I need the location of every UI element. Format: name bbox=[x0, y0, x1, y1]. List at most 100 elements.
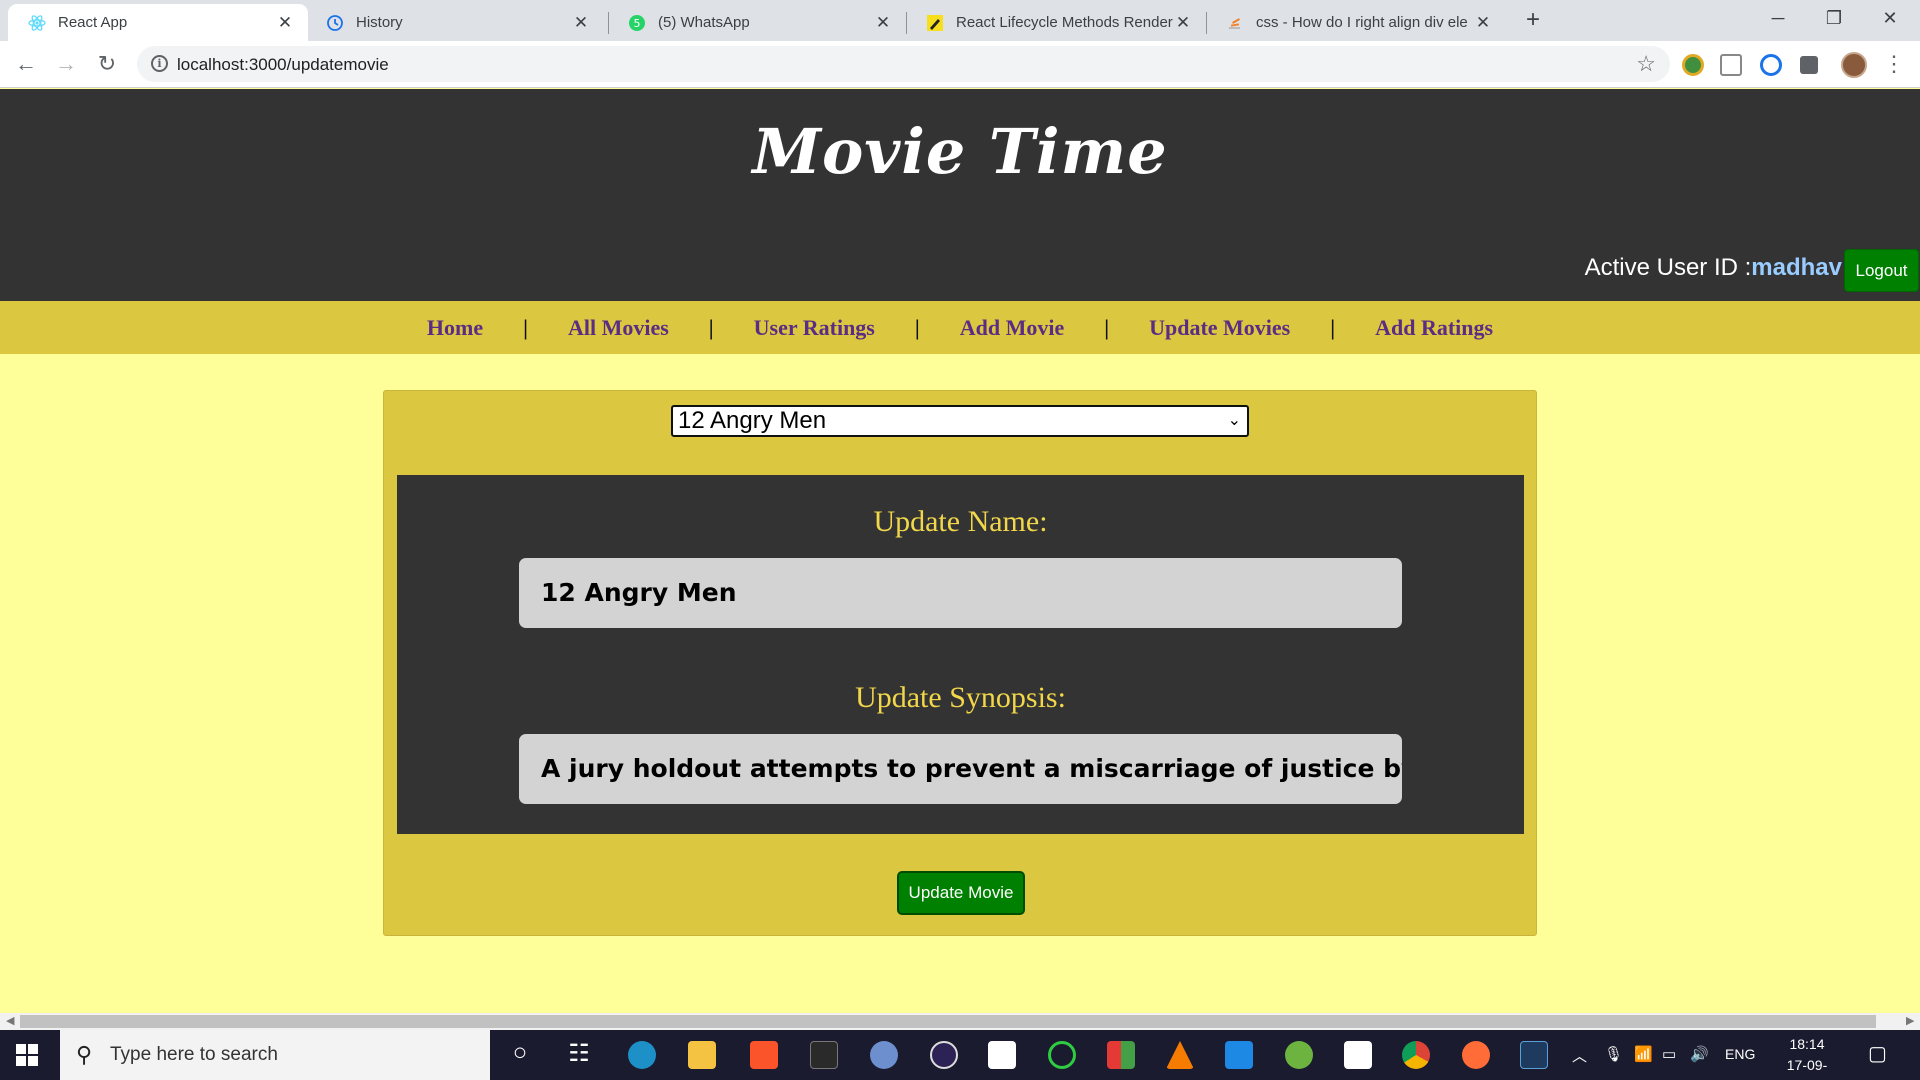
pencil-logo-icon bbox=[926, 14, 944, 32]
extension-sync-icon[interactable] bbox=[1760, 54, 1782, 76]
close-tab-icon[interactable]: ✕ bbox=[572, 13, 590, 33]
update-synopsis-label: Update Synopsis: bbox=[855, 681, 1066, 714]
nav-separator: | bbox=[1104, 314, 1110, 340]
volume-icon[interactable]: 🔊 bbox=[1690, 1045, 1709, 1063]
bookmark-star-icon[interactable]: ☆ bbox=[1636, 51, 1656, 77]
nav-link-user-ratings[interactable]: User Ratings bbox=[734, 315, 895, 341]
close-tab-icon[interactable]: ✕ bbox=[874, 13, 892, 33]
chrome-icon[interactable] bbox=[1402, 1041, 1430, 1069]
tiles-app-icon[interactable] bbox=[1107, 1041, 1135, 1069]
eclipse-icon[interactable] bbox=[930, 1041, 958, 1069]
profile-avatar[interactable] bbox=[1841, 52, 1867, 78]
battery-icon[interactable]: ▭ bbox=[1662, 1045, 1676, 1063]
scroll-right-icon[interactable]: ▶ bbox=[1906, 1013, 1914, 1030]
vlc-icon[interactable] bbox=[1166, 1041, 1194, 1069]
search-icon: ⚲ bbox=[76, 1042, 93, 1067]
notifications-icon[interactable]: ▢ bbox=[1868, 1041, 1887, 1066]
reload-button[interactable]: ↻ bbox=[93, 51, 121, 79]
tab-react-lifecycle[interactable]: React Lifecycle Methods Render ✕ bbox=[906, 4, 1206, 41]
active-user-id: madhav bbox=[1751, 254, 1842, 281]
forward-button[interactable]: → bbox=[52, 51, 80, 79]
url-text[interactable]: localhost:3000/updatemovie bbox=[177, 55, 389, 75]
scroll-left-icon[interactable]: ◀ bbox=[6, 1013, 14, 1030]
extension-globe-icon[interactable] bbox=[1682, 54, 1704, 76]
vscode-icon[interactable] bbox=[1225, 1041, 1253, 1069]
nav-link-add-ratings[interactable]: Add Ratings bbox=[1355, 315, 1513, 341]
postman-icon[interactable] bbox=[1462, 1041, 1490, 1069]
store-icon[interactable] bbox=[1344, 1041, 1372, 1069]
tab-title: React Lifecycle Methods Render bbox=[956, 14, 1173, 31]
tab-history[interactable]: History ✕ bbox=[306, 4, 604, 41]
site-info-icon[interactable]: i bbox=[151, 55, 168, 72]
nav-link-update-movies[interactable]: Update Movies bbox=[1129, 315, 1310, 341]
browser-tab-strip: React App ✕ History ✕ 5 (5) WhatsApp ✕ R… bbox=[0, 0, 1920, 41]
browser-menu-icon[interactable]: ⋮ bbox=[1880, 51, 1908, 79]
extensions-puzzle-icon[interactable] bbox=[1800, 56, 1818, 74]
taskbar-clock[interactable]: 18:14 17-09-2020 bbox=[1772, 1034, 1842, 1080]
taskbar-search-placeholder: Type here to search bbox=[110, 1044, 278, 1065]
movie-synopsis-input[interactable]: A jury holdout attempts to prevent a mis… bbox=[519, 734, 1402, 804]
task-view-icon[interactable]: ☷ bbox=[564, 1039, 594, 1068]
back-button[interactable]: ← bbox=[12, 51, 40, 79]
nav-separator: | bbox=[914, 314, 920, 340]
refresh-app-icon[interactable] bbox=[1048, 1041, 1076, 1069]
movie-name-input[interactable]: 12 Angry Men bbox=[519, 558, 1402, 628]
react-logo-icon bbox=[28, 14, 46, 32]
horizontal-scrollbar[interactable]: ◀ ▶ bbox=[0, 1013, 1920, 1030]
whatsapp-icon: 5 bbox=[628, 14, 646, 32]
taskbar-search[interactable]: ⚲ Type here to search bbox=[60, 1030, 490, 1080]
windows-start-icon[interactable] bbox=[16, 1044, 38, 1066]
microphone-icon[interactable]: 🎙 bbox=[1604, 1045, 1623, 1063]
movie-select[interactable]: 12 Angry Men ⌄ bbox=[671, 405, 1249, 437]
terminal-app-icon[interactable] bbox=[1520, 1041, 1548, 1069]
close-tab-icon[interactable]: ✕ bbox=[1174, 13, 1192, 33]
update-form: Update Name: 12 Angry Men Update Synopsi… bbox=[397, 475, 1524, 834]
tab-title: React App bbox=[58, 14, 128, 31]
file-explorer-icon[interactable] bbox=[688, 1041, 716, 1069]
history-icon bbox=[326, 14, 344, 32]
tab-whatsapp[interactable]: 5 (5) WhatsApp ✕ bbox=[608, 4, 906, 41]
notion-icon[interactable] bbox=[810, 1041, 838, 1069]
tray-chevron-icon[interactable]: ︿ bbox=[1572, 1045, 1587, 1066]
main-nav: Home | All Movies | User Ratings | Add M… bbox=[0, 301, 1920, 354]
tab-title: (5) WhatsApp bbox=[658, 14, 750, 31]
nav-link-add-movie[interactable]: Add Movie bbox=[940, 315, 1085, 341]
chevron-down-icon: ⌄ bbox=[1227, 412, 1241, 429]
movie-select-value: 12 Angry Men bbox=[678, 407, 827, 434]
spring-icon[interactable] bbox=[1285, 1041, 1313, 1069]
site-title: Movie Time bbox=[752, 115, 1168, 188]
minimize-button[interactable]: ─ bbox=[1750, 0, 1806, 38]
restore-button[interactable]: ❐ bbox=[1806, 0, 1862, 38]
clock-time: 18:14 bbox=[1789, 1036, 1825, 1052]
windows-taskbar: ⚲ Type here to search ○ ☷ ︿ 🎙 📶 ▭ 🔊 ENG … bbox=[0, 1030, 1920, 1080]
nav-separator: | bbox=[1330, 314, 1336, 340]
tab-react-app[interactable]: React App ✕ bbox=[8, 4, 308, 41]
browser-toolbar: ← → ↻ i localhost:3000/updatemovie ☆ ⋮ bbox=[0, 41, 1920, 88]
mail-icon[interactable] bbox=[988, 1041, 1016, 1069]
new-tab-button[interactable]: + bbox=[1519, 6, 1547, 34]
close-window-button[interactable]: ✕ bbox=[1862, 0, 1918, 38]
nav-link-all-movies[interactable]: All Movies bbox=[548, 315, 689, 341]
brave-icon[interactable] bbox=[750, 1041, 778, 1069]
update-name-label: Update Name: bbox=[873, 505, 1048, 538]
address-bar[interactable]: i localhost:3000/updatemovie ☆ bbox=[137, 46, 1670, 82]
language-indicator[interactable]: ENG bbox=[1725, 1046, 1755, 1062]
tab-title: History bbox=[356, 14, 403, 31]
close-tab-icon[interactable]: ✕ bbox=[1474, 13, 1492, 33]
nav-separator: | bbox=[708, 314, 714, 340]
nav-separator: | bbox=[523, 314, 528, 340]
edge-icon[interactable] bbox=[628, 1041, 656, 1069]
wifi-icon[interactable]: 📶 bbox=[1634, 1045, 1653, 1063]
close-tab-icon[interactable]: ✕ bbox=[276, 13, 294, 33]
scrollbar-thumb[interactable] bbox=[20, 1015, 1876, 1028]
update-movie-panel: 12 Angry Men ⌄ Update Name: 12 Angry Men… bbox=[383, 390, 1537, 936]
extension-copy-icon[interactable] bbox=[1720, 54, 1742, 76]
nav-link-home[interactable]: Home bbox=[407, 315, 503, 341]
update-movie-button[interactable]: Update Movie bbox=[897, 871, 1025, 915]
r-app-icon[interactable] bbox=[870, 1041, 898, 1069]
stackoverflow-icon bbox=[1226, 14, 1244, 32]
tab-stackoverflow[interactable]: css - How do I right align div ele ✕ bbox=[1206, 4, 1506, 41]
logout-button[interactable]: Logout bbox=[1844, 249, 1919, 292]
cortana-icon[interactable]: ○ bbox=[505, 1039, 535, 1067]
active-user: Active User ID :madhav bbox=[1585, 254, 1842, 282]
